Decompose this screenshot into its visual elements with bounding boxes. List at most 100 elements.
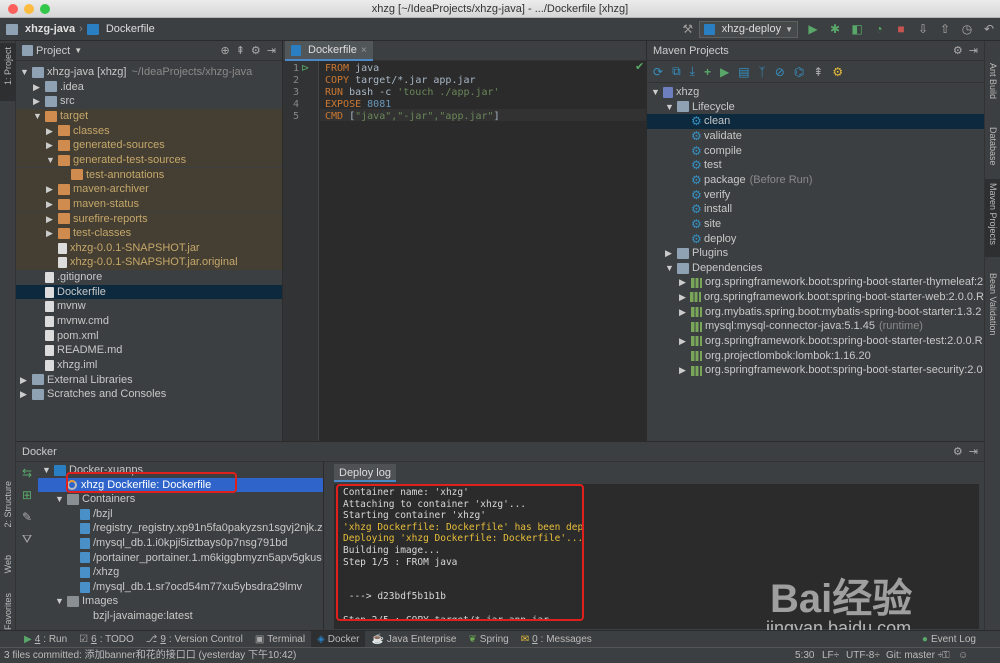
zoom-window-button[interactable]: [40, 4, 50, 14]
project-tree-item[interactable]: mvnw.cmd: [16, 314, 282, 329]
skip-tests-icon[interactable]: ⊘: [775, 65, 785, 79]
collapsed-arrow-icon[interactable]: ▶: [679, 275, 691, 290]
stripe-tab-ant-build[interactable]: Ant Build: [988, 63, 998, 99]
maven-tree-item[interactable]: mysql:mysql-connector-java:5.1.45 (runtim…: [647, 319, 984, 334]
maven-tree-item[interactable]: ⚙ package (Before Run): [647, 173, 984, 188]
debug-icon[interactable]: ✱: [828, 22, 842, 36]
run-gutter-icon[interactable]: ⊳: [301, 63, 309, 74]
maven-tree-item[interactable]: ▶ org.springframework.boot:spring-boot-st…: [647, 275, 984, 290]
settings-icon[interactable]: ⚙: [832, 65, 843, 79]
project-tree-item[interactable]: ▶ maven-archiver: [16, 182, 282, 197]
tool-tab-messages[interactable]: ✉ 0: Messages: [515, 631, 598, 648]
tool-tab-terminal[interactable]: ▣ Terminal: [249, 631, 311, 648]
collapsed-arrow-icon[interactable]: ▶: [46, 226, 58, 241]
tool-tab-spring[interactable]: ❦ Spring: [462, 631, 514, 648]
revert-icon[interactable]: ↶: [982, 22, 996, 36]
project-tree-item[interactable]: test-annotations: [16, 167, 282, 183]
collapsed-arrow-icon[interactable]: ▶: [33, 94, 45, 109]
stripe-tab-web[interactable]: Web: [3, 555, 13, 573]
docker-tree-item[interactable]: /registry_registry.xp91n5fa0pakyzsn1sgvj…: [38, 521, 323, 536]
maven-tree-item[interactable]: ⚙ verify: [647, 188, 984, 203]
collapsed-arrow-icon[interactable]: ▶: [679, 305, 691, 320]
docker-tree-item[interactable]: /mysql_db.1.i0kpji5iztbays0p7nsg791bd: [38, 536, 323, 551]
close-icon[interactable]: ×: [361, 45, 367, 56]
profile-icon[interactable]: ◔: [872, 22, 886, 36]
expanded-arrow-icon[interactable]: ▼: [651, 85, 663, 100]
docker-tree-item[interactable]: ▼ Images: [38, 594, 323, 609]
collapsed-arrow-icon[interactable]: ▶: [679, 363, 691, 378]
expanded-arrow-icon[interactable]: ▼: [55, 594, 67, 609]
git-branch[interactable]: Git: master ÷: [886, 648, 943, 663]
expanded-arrow-icon[interactable]: ▼: [55, 492, 67, 507]
expanded-arrow-icon[interactable]: ▼: [665, 261, 677, 276]
gear-icon[interactable]: ⚙: [953, 445, 963, 458]
generate-sources-icon[interactable]: ⧉: [672, 64, 681, 79]
coverage-icon[interactable]: ◧: [850, 22, 864, 36]
tool-tab-run[interactable]: ▶ 4: Run: [18, 631, 73, 648]
project-tree-item[interactable]: .gitignore: [16, 270, 282, 285]
line-separator[interactable]: LF÷: [822, 648, 839, 663]
docker-tree-item[interactable]: /bzjl: [38, 507, 323, 522]
tool-tab-javaenterprise[interactable]: ☕ Java Enterprise: [365, 631, 462, 648]
expanded-arrow-icon[interactable]: ▼: [33, 109, 45, 124]
maven-tree-item[interactable]: ▶ org.springframework.boot:spring-boot-st…: [647, 363, 984, 378]
tool-tab-versioncontrol[interactable]: ⎇ 9: Version Control: [140, 631, 249, 648]
run-icon[interactable]: ▶: [806, 22, 820, 36]
hide-icon[interactable]: ⇥: [267, 44, 276, 57]
hide-icon[interactable]: ⇥: [969, 44, 978, 57]
lock-icon[interactable]: ⚿: [942, 648, 950, 663]
maven-tree-item[interactable]: ▶ org.mybatis.spring.boot:mybatis-spring-…: [647, 305, 984, 320]
stripe-tab-maven-projects[interactable]: Maven Projects: [988, 183, 998, 245]
collapsed-arrow-icon[interactable]: ▶: [33, 80, 45, 95]
project-tree-item[interactable]: xhzg-0.0.1-SNAPSHOT.jar.original: [16, 255, 282, 271]
maven-tree-item[interactable]: ⚙ clean: [647, 114, 984, 129]
project-tree-item[interactable]: pom.xml: [16, 329, 282, 344]
code-line[interactable]: RUN bash -c 'touch ./app.jar': [325, 87, 500, 99]
expanded-arrow-icon[interactable]: ▼: [20, 65, 32, 80]
download-icon[interactable]: ⤓: [690, 64, 695, 79]
maven-tree-item[interactable]: ▼ xhzg: [647, 85, 984, 100]
maven-tree-item[interactable]: ▼ Lifecycle: [647, 100, 984, 115]
tool-tab-docker[interactable]: ◈ Docker: [311, 630, 366, 648]
event-log-tab[interactable]: ● Event Log: [916, 631, 1000, 648]
project-tree-item[interactable]: ▼ target: [16, 108, 282, 124]
deploy-log-output[interactable]: Container name: 'xhzg' Attaching to conta…: [336, 484, 584, 621]
maven-tree-item[interactable]: ⚙ site: [647, 217, 984, 232]
collapse-all-icon[interactable]: ⇞: [236, 44, 245, 57]
collapsed-arrow-icon[interactable]: ▶: [46, 138, 58, 153]
project-tree-item[interactable]: ▶ maven-status: [16, 196, 282, 212]
collapsed-arrow-icon[interactable]: ▶: [46, 212, 58, 227]
collapsed-arrow-icon[interactable]: ▶: [679, 290, 690, 305]
maven-tree-item[interactable]: ⚙ test: [647, 158, 984, 173]
maven-tree-item[interactable]: ⚙ deploy: [647, 232, 984, 247]
project-panel-title[interactable]: Project: [36, 45, 70, 57]
expanded-arrow-icon[interactable]: ▼: [46, 153, 58, 168]
collapse-all-icon[interactable]: ⇞: [813, 65, 823, 79]
collapsed-arrow-icon[interactable]: ▶: [20, 387, 32, 402]
project-tree-item[interactable]: ▼ generated-test-sources: [16, 152, 282, 168]
project-tree-item[interactable]: ▶ test-classes: [16, 226, 282, 241]
project-tree-item[interactable]: ▼ xhzg-java [xhzg] ~/IdeaProjects/xhzg-jav…: [16, 65, 282, 80]
caret-position[interactable]: 5:30: [795, 648, 814, 663]
collapsed-arrow-icon[interactable]: ▶: [46, 182, 58, 197]
show-dependencies-icon[interactable]: ⌬: [794, 65, 804, 79]
history-icon[interactable]: ◷: [960, 22, 974, 36]
collapsed-arrow-icon[interactable]: ▶: [665, 246, 677, 261]
maven-tree-item[interactable]: org.projectlombok:lombok:1.16.20: [647, 349, 984, 364]
breadcrumb-file[interactable]: Dockerfile: [106, 23, 155, 35]
status-message[interactable]: 3 files committed: 添加banner和花的接口口 (yeste…: [4, 648, 296, 663]
run-goal-icon[interactable]: ▶: [720, 65, 729, 79]
maven-tree-item[interactable]: ▶ org.springframework.boot:spring-boot-st…: [647, 334, 984, 349]
project-tree-item[interactable]: xhzg.iml: [16, 358, 282, 373]
tool-tab-todo[interactable]: ☑ 6: TODO: [73, 631, 140, 648]
project-tree-item[interactable]: ▶ External Libraries: [16, 373, 282, 388]
project-tree-item[interactable]: ▶ generated-sources: [16, 138, 282, 153]
scroll-from-source-icon[interactable]: ⊕: [220, 44, 229, 57]
chevron-down-icon[interactable]: ▼: [74, 46, 82, 55]
minimize-window-button[interactable]: [24, 4, 34, 14]
collapsed-arrow-icon[interactable]: ▶: [46, 197, 58, 212]
gear-icon[interactable]: ⚙: [251, 44, 261, 57]
reimport-icon[interactable]: ⟳: [653, 65, 663, 79]
collapsed-arrow-icon[interactable]: ▶: [20, 373, 32, 388]
gear-icon[interactable]: ⚙: [953, 44, 963, 57]
